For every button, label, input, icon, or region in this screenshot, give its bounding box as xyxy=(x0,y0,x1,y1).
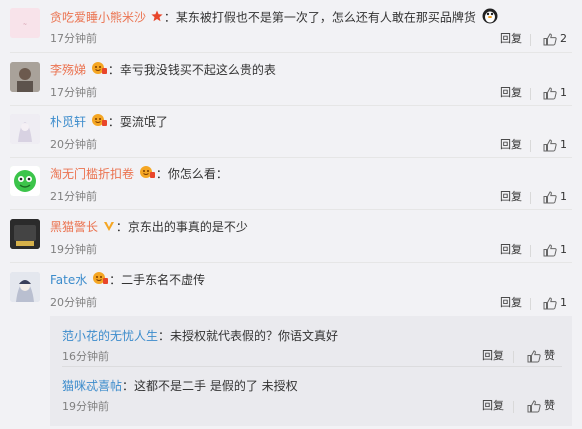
avatar[interactable] xyxy=(10,166,40,196)
reply-item: 范小花的无忧人生：未授权就代表假的？你语文真好 16分钟前 回复 赞 xyxy=(62,329,555,364)
reply-item: 猫咪忒喜帖：这都不是二手 是假的了 未授权 19分钟前 回复 赞 xyxy=(62,379,555,414)
action-separator xyxy=(530,192,531,204)
comment-text: 某东被打假也不是第一次了，怎么还有人敢在那买品牌货 xyxy=(175,10,476,25)
vip-face-badge-icon xyxy=(91,113,107,133)
like-count: 1 xyxy=(560,243,567,256)
comment-text: 二手东名不虚传 xyxy=(121,273,206,287)
divider xyxy=(10,262,572,263)
like-button[interactable]: 1 xyxy=(543,85,567,101)
like-button[interactable]: 1 xyxy=(543,189,567,205)
action-separator xyxy=(513,401,514,413)
reply-link[interactable]: 回复 xyxy=(500,137,522,153)
like-button[interactable]: 1 xyxy=(543,137,567,153)
avatar[interactable] xyxy=(10,272,40,302)
divider xyxy=(10,157,572,158)
comment-text: 京东出的事真的是不少 xyxy=(127,220,248,234)
like-button[interactable]: 赞 xyxy=(527,398,555,414)
emoji-penguin-icon xyxy=(481,6,499,30)
like-button[interactable]: 赞 xyxy=(527,348,555,364)
timestamp: 19分钟前 xyxy=(62,400,109,413)
reply-link[interactable]: 回复 xyxy=(500,85,522,101)
like-count: 1 xyxy=(560,138,567,151)
verified-v-icon xyxy=(103,218,115,238)
timestamp: 19分钟前 xyxy=(50,243,97,256)
comment-item: ~ 贪吃爱睡小熊米沙 ：某东被打假也不是第一次了，怎么还有人敢在那买品牌货 17… xyxy=(0,6,582,50)
reply-thread: 范小花的无忧人生：未授权就代表假的？你语文真好 16分钟前 回复 赞 猫咪忒喜帖… xyxy=(50,316,572,426)
star-badge-icon xyxy=(151,8,163,28)
svg-text:~: ~ xyxy=(23,22,27,28)
reply-link[interactable]: 回复 xyxy=(482,398,504,414)
user-name-link[interactable]: 淘无门槛折扣卷 xyxy=(50,167,134,181)
timestamp: 17分钟前 xyxy=(50,86,97,99)
reply-link[interactable]: 回复 xyxy=(500,295,522,311)
like-button[interactable]: 2 xyxy=(543,31,567,47)
timestamp: 21分钟前 xyxy=(50,190,97,203)
thumbs-up-icon xyxy=(543,32,557,45)
action-separator xyxy=(513,351,514,363)
user-name-link[interactable]: 黑猫警长 xyxy=(50,220,98,234)
divider xyxy=(62,366,562,367)
action-separator xyxy=(530,88,531,100)
avatar[interactable] xyxy=(10,62,40,92)
user-name-link[interactable]: 范小花的无忧人生 xyxy=(62,329,158,343)
thumbs-up-icon xyxy=(543,138,557,151)
reply-text: 这都不是二手 是假的了 未授权 xyxy=(134,379,298,393)
like-count: 1 xyxy=(560,86,567,99)
like-label: 赞 xyxy=(544,349,555,362)
reply-link[interactable]: 回复 xyxy=(500,31,522,47)
user-name-link[interactable]: 李殇娣 xyxy=(50,63,86,77)
like-count: 1 xyxy=(560,296,567,309)
comment-item: 李殇娣 ：幸亏我没钱买不起这么贵的表 17分钟前 回复 1 xyxy=(0,60,582,104)
comment-list: ~ 贪吃爱睡小熊米沙 ：某东被打假也不是第一次了，怎么还有人敢在那买品牌货 17… xyxy=(0,0,582,429)
timestamp: 17分钟前 xyxy=(50,32,97,45)
comment-item: Fate水 ：二手东名不虚传 20分钟前 回复 1 xyxy=(0,270,582,314)
like-button[interactable]: 1 xyxy=(543,295,567,311)
avatar[interactable]: ~ xyxy=(10,8,40,38)
user-name-link[interactable]: 朴觅轩 xyxy=(50,115,86,129)
vip-face-badge-icon xyxy=(92,271,109,291)
comment-text: 耍流氓了 xyxy=(119,115,168,129)
timestamp: 20分钟前 xyxy=(50,138,97,151)
thumbs-up-icon xyxy=(543,296,557,309)
action-separator xyxy=(530,298,531,310)
user-name-link[interactable]: 贪吃爱睡小熊米沙 xyxy=(50,11,146,25)
thumbs-up-icon xyxy=(527,349,541,362)
comment-item: 朴觅轩 ：耍流氓了 20分钟前 回复 1 xyxy=(0,112,582,156)
user-name-link[interactable]: Fate水 xyxy=(50,273,87,287)
thumbs-up-icon xyxy=(543,86,557,99)
timestamp: 20分钟前 xyxy=(50,296,97,309)
like-button[interactable]: 1 xyxy=(543,242,567,258)
comment-text: 你怎么看： xyxy=(167,167,228,181)
action-separator xyxy=(530,140,531,152)
reply-link[interactable]: 回复 xyxy=(500,189,522,205)
like-count: 2 xyxy=(560,32,567,45)
comment-item: 淘无门槛折扣卷 ：你怎么看： 21分钟前 回复 1 xyxy=(0,164,582,208)
divider xyxy=(10,52,572,53)
comment-text: 幸亏我没钱买不起这么贵的表 xyxy=(119,63,276,77)
user-name-link[interactable]: 猫咪忒喜帖 xyxy=(62,379,122,393)
avatar[interactable] xyxy=(10,114,40,144)
divider xyxy=(10,209,572,210)
reply-link[interactable]: 回复 xyxy=(500,242,522,258)
action-separator xyxy=(530,34,531,46)
reply-link[interactable]: 回复 xyxy=(482,348,504,364)
thumbs-up-icon xyxy=(527,399,541,412)
thumbs-up-icon xyxy=(543,190,557,203)
timestamp: 16分钟前 xyxy=(62,350,109,363)
comment-item: 黑猫警长 ：京东出的事真的是不少 19分钟前 回复 1 xyxy=(0,217,582,261)
divider xyxy=(10,105,572,106)
vip-face-badge-icon xyxy=(139,165,155,185)
thumbs-up-icon xyxy=(543,243,557,256)
like-count: 1 xyxy=(560,190,567,203)
vip-face-badge-icon xyxy=(91,61,107,81)
like-label: 赞 xyxy=(544,399,555,412)
avatar[interactable] xyxy=(10,219,40,249)
action-separator xyxy=(530,245,531,257)
reply-text: 未授权就代表假的？你语文真好 xyxy=(170,329,339,343)
